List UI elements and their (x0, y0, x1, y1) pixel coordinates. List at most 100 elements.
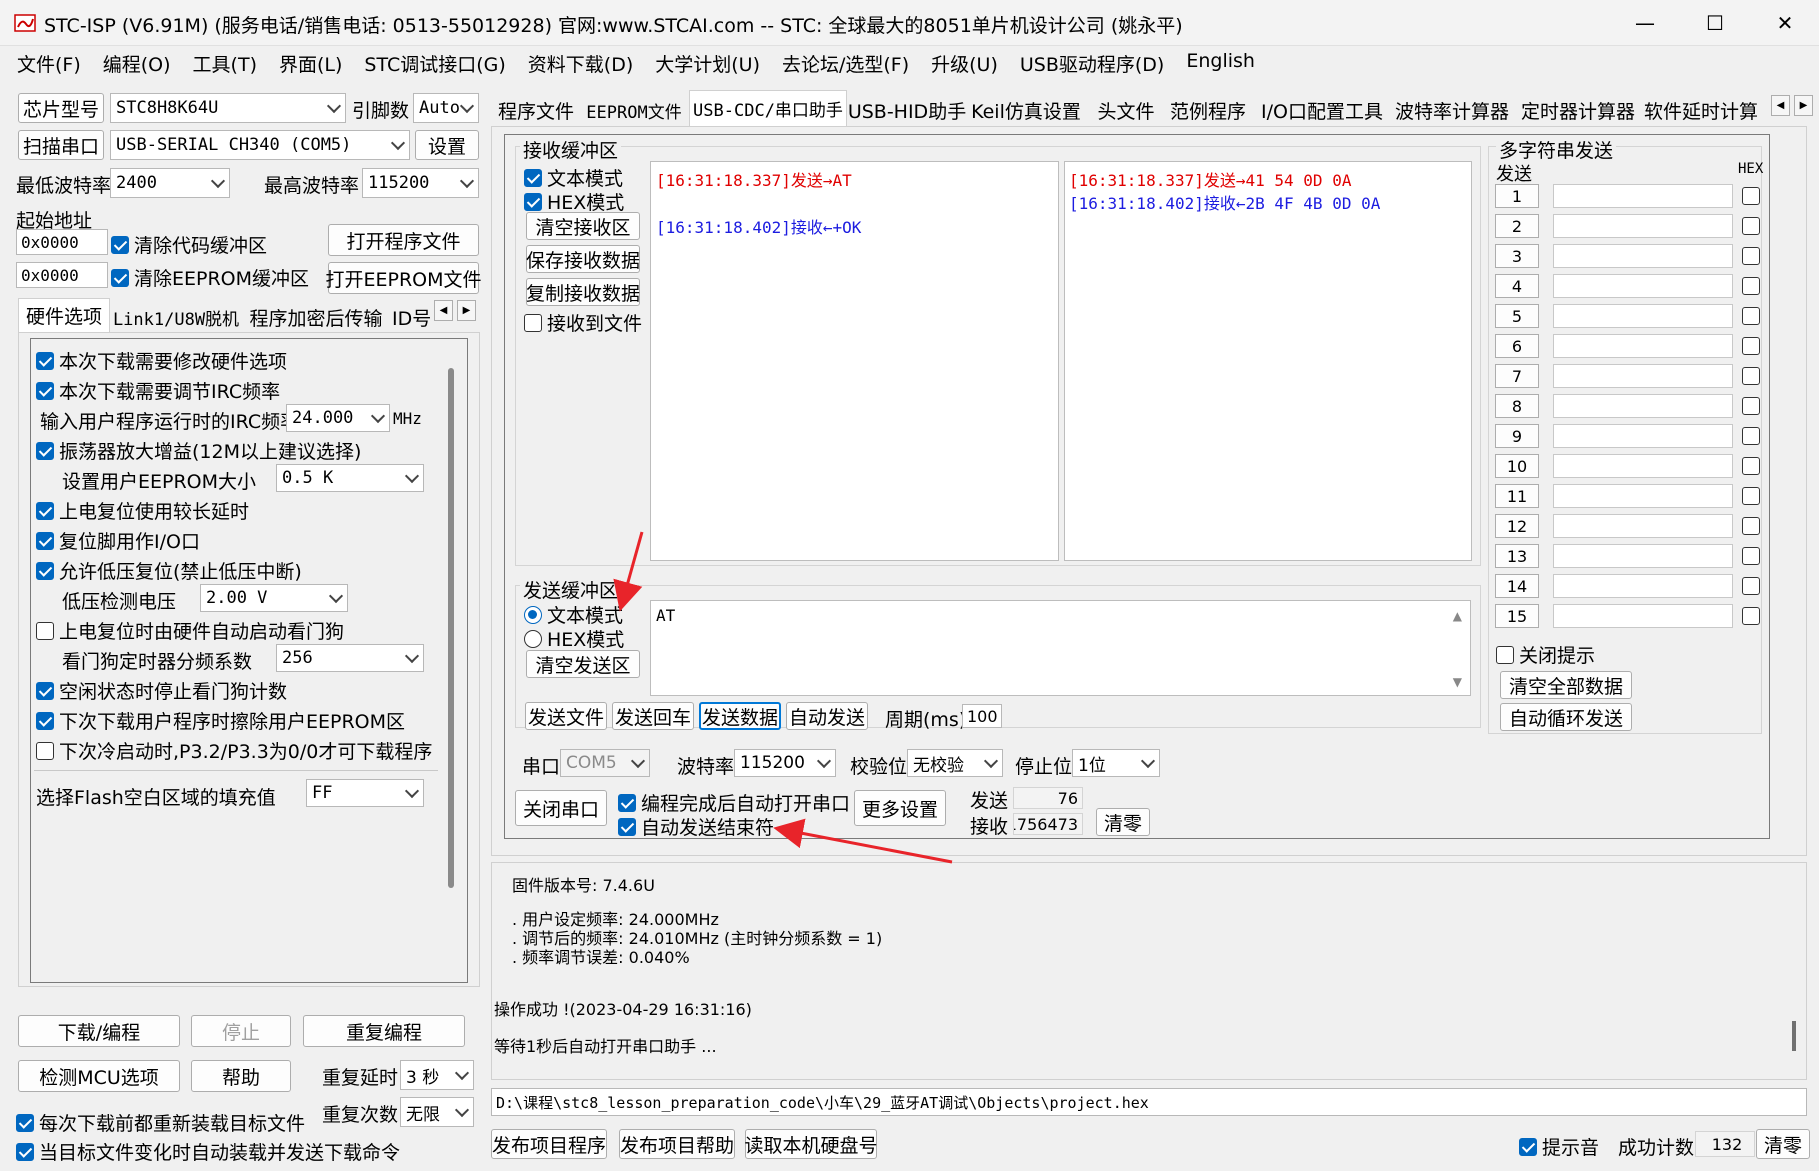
clear-send-button[interactable]: 清空发送区 (526, 650, 640, 678)
hw-option-irc[interactable]: 本次下载需要调节IRC频率 (36, 377, 280, 404)
auto-send-button[interactable]: 自动发送 (786, 702, 868, 730)
multi-send-input-9[interactable] (1553, 424, 1733, 448)
download-program-button[interactable]: 下载/编程 (18, 1015, 180, 1047)
multi-hex-checkbox-6[interactable] (1742, 337, 1760, 355)
flash-fill-select[interactable]: FF (306, 779, 424, 807)
tab-io-config[interactable]: I/O口配置工具 (1258, 95, 1386, 125)
options-scrollbar[interactable] (448, 368, 454, 888)
open-program-file-button[interactable]: 打开程序文件 (328, 224, 479, 256)
multi-send-input-12[interactable] (1553, 514, 1733, 538)
wdt-prescaler-select[interactable]: 256 (276, 644, 424, 672)
close-hint-checkbox[interactable]: 关闭提示 (1496, 641, 1595, 668)
multi-hex-checkbox-13[interactable] (1742, 547, 1760, 565)
detect-mcu-options-button[interactable]: 检测MCU选项 (18, 1060, 180, 1092)
clear-all-data-button[interactable]: 清空全部数据 (1500, 671, 1632, 699)
tab-header-file[interactable]: 头文件 (1092, 95, 1160, 125)
menu-upgrade[interactable]: 升级(U) (920, 46, 1009, 80)
multi-send-button-8[interactable]: 8 (1495, 394, 1539, 418)
multi-send-button-13[interactable]: 13 (1495, 544, 1539, 568)
multi-send-input-14[interactable] (1553, 574, 1733, 598)
multi-send-input-5[interactable] (1553, 304, 1733, 328)
tab-encrypted-transfer[interactable]: 程序加密后传输 (246, 302, 386, 332)
menu-forum[interactable]: 去论坛/选型(F) (771, 46, 920, 80)
tab-scroll-right-icon[interactable]: ▶ (1794, 95, 1813, 116)
multi-send-button-14[interactable]: 14 (1495, 574, 1539, 598)
tab-program-file[interactable]: 程序文件 (494, 95, 578, 125)
close-port-button[interactable]: 关闭串口 (515, 790, 607, 826)
menu-interface[interactable]: 界面(L) (268, 46, 353, 80)
multi-send-input-8[interactable] (1553, 394, 1733, 418)
multi-hex-checkbox-2[interactable] (1742, 217, 1760, 235)
hw-option-p32-p33-download[interactable]: 下次冷启动时,P3.2/P3.3为0/0才可下载程序 (36, 737, 432, 764)
menu-file[interactable]: 文件(F) (6, 46, 92, 80)
multi-hex-checkbox-5[interactable] (1742, 307, 1760, 325)
multi-hex-checkbox-12[interactable] (1742, 517, 1760, 535)
hw-option-reset-as-io[interactable]: 复位脚用作I/O口 (36, 527, 200, 554)
serial-port-select[interactable]: USB-SERIAL CH340 (COM5) (110, 130, 410, 160)
multi-send-button-7[interactable]: 7 (1495, 364, 1539, 388)
lvd-voltage-select[interactable]: 2.00 V (200, 584, 348, 612)
multi-send-input-7[interactable] (1553, 364, 1733, 388)
tab-eeprom-file[interactable]: EEPROM文件 (584, 95, 684, 125)
receive-to-file-checkbox[interactable]: 接收到文件 (524, 309, 642, 336)
reload-before-download-checkbox[interactable]: 每次下载前都重新装载目标文件 (16, 1109, 305, 1136)
receive-text-area[interactable]: [16:31:18.337]发送→AT [16:31:18.402]接收←+OK (650, 161, 1059, 561)
menu-usb-driver[interactable]: USB驱动程序(D) (1009, 46, 1175, 80)
eeprom-start-address-input[interactable]: 0x0000 (16, 262, 108, 288)
hw-option-auto-watchdog[interactable]: 上电复位时由硬件自动启动看门狗 (36, 617, 344, 644)
recv-text-mode-checkbox[interactable]: 文本模式 (524, 164, 623, 191)
port-settings-button[interactable]: 设置 (415, 130, 479, 160)
multi-send-input-11[interactable] (1553, 484, 1733, 508)
tab-examples[interactable]: 范例程序 (1164, 95, 1252, 125)
publish-help-button[interactable]: 发布项目帮助 (619, 1129, 735, 1159)
period-input[interactable]: 100 (962, 704, 1002, 728)
repeat-program-button[interactable]: 重复编程 (303, 1015, 465, 1047)
multi-send-input-15[interactable] (1553, 604, 1733, 628)
multi-hex-checkbox-7[interactable] (1742, 367, 1760, 385)
stop-button[interactable]: 停止 (191, 1015, 291, 1047)
multi-send-input-13[interactable] (1553, 544, 1733, 568)
tab-link1-offline[interactable]: Link1/U8W脱机 (112, 302, 240, 332)
hw-option-erase-eeprom[interactable]: 下次下载用户程序时擦除用户EEPROM区 (36, 707, 405, 734)
clear-eeprom-buffer-checkbox[interactable]: 清除EEPROM缓冲区 (111, 264, 309, 291)
repeat-delay-select[interactable]: 3 秒 (400, 1060, 474, 1090)
multi-send-button-6[interactable]: 6 (1495, 334, 1539, 358)
menu-downloads[interactable]: 资料下载(D) (517, 46, 644, 80)
menu-university[interactable]: 大学计划(U) (644, 46, 771, 80)
multi-send-button-3[interactable]: 3 (1495, 244, 1539, 268)
more-settings-button[interactable]: 更多设置 (854, 790, 946, 826)
receive-hex-area[interactable]: [16:31:18.337]发送→41 54 0D 0A [16:31:18.4… (1064, 161, 1472, 561)
menu-program[interactable]: 编程(O) (92, 46, 182, 80)
multi-hex-checkbox-9[interactable] (1742, 427, 1760, 445)
clear-success-count-button[interactable]: 清零 (1756, 1129, 1810, 1159)
hw-option-idle-stop-wdt[interactable]: 空闲状态时停止看门狗计数 (36, 677, 287, 704)
multi-hex-checkbox-11[interactable] (1742, 487, 1760, 505)
clear-receive-button[interactable]: 清空接收区 (526, 212, 640, 240)
read-disk-id-button[interactable]: 读取本机硬盘号 (745, 1129, 878, 1159)
chip-model-button[interactable]: 芯片型号 (18, 93, 104, 123)
multi-hex-checkbox-15[interactable] (1742, 607, 1760, 625)
hw-option-low-voltage-reset[interactable]: 允许低压复位(禁止低压中断) (36, 557, 302, 584)
menu-tools[interactable]: 工具(T) (182, 46, 268, 80)
hw-option-oscillator-gain[interactable]: 振荡器放大增益(12M以上建议选择) (36, 437, 361, 464)
tab-usb-hid[interactable]: USB-HID助手 (848, 95, 966, 125)
multi-send-input-1[interactable] (1553, 184, 1733, 208)
send-return-button[interactable]: 发送回车 (612, 702, 694, 730)
tab-scroll-right-icon[interactable]: ▶ (457, 300, 476, 321)
scroll-down-icon[interactable]: ▼ (1453, 675, 1462, 689)
baud-rate-select[interactable]: 115200 (734, 749, 836, 777)
hw-option-long-reset-delay[interactable]: 上电复位使用较长延时 (36, 497, 249, 524)
tab-scroll-left-icon[interactable]: ◀ (1771, 95, 1790, 116)
save-receive-button[interactable]: 保存接收数据 (526, 245, 640, 273)
com-port-select[interactable]: COM5 (560, 749, 650, 777)
scroll-up-icon[interactable]: ▲ (1453, 609, 1462, 623)
copy-receive-button[interactable]: 复制接收数据 (526, 278, 640, 306)
tab-hardware-options[interactable]: 硬件选项 (18, 298, 110, 332)
send-file-button[interactable]: 发送文件 (525, 702, 607, 730)
multi-hex-checkbox-4[interactable] (1742, 277, 1760, 295)
irc-frequency-select[interactable]: 24.000 (286, 404, 390, 432)
clear-code-buffer-checkbox[interactable]: 清除代码缓冲区 (111, 231, 267, 258)
multi-send-button-12[interactable]: 12 (1495, 514, 1539, 538)
multi-send-button-4[interactable]: 4 (1495, 274, 1539, 298)
tab-baud-calculator[interactable]: 波特率计算器 (1392, 95, 1512, 125)
